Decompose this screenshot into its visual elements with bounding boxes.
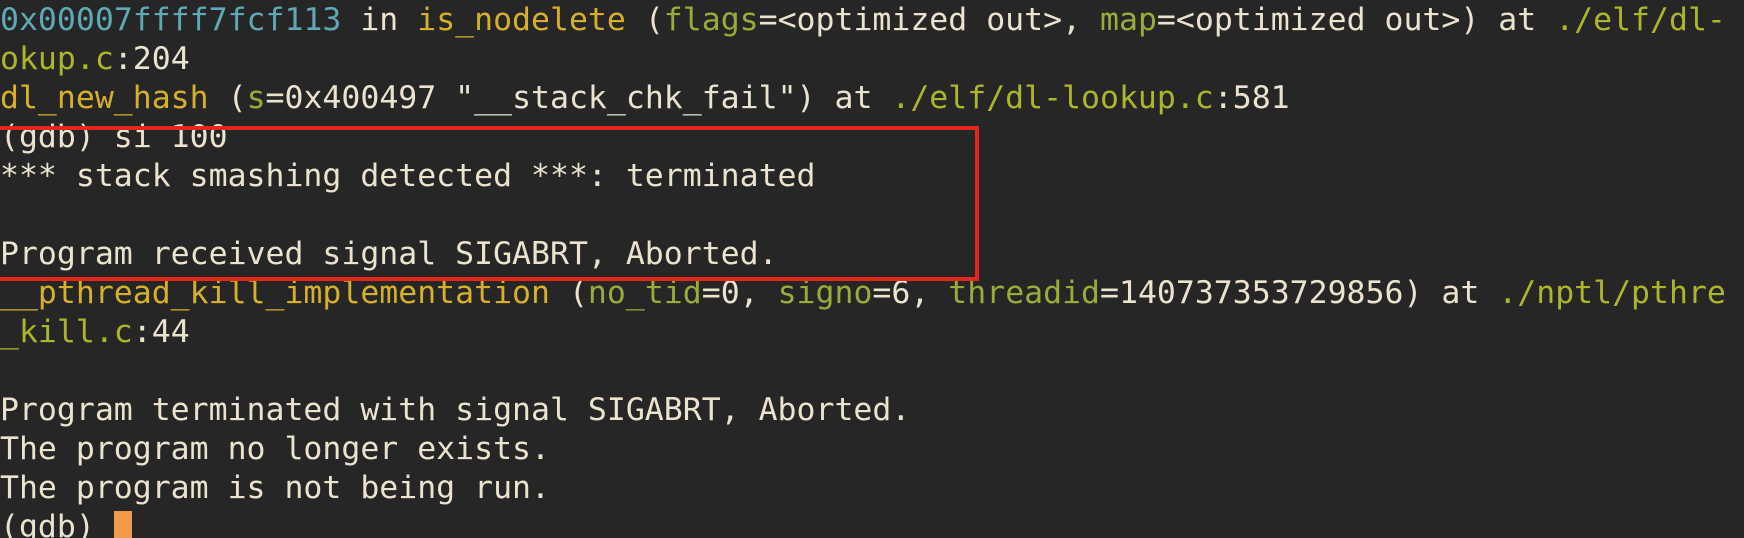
hash-close-at: ) at — [796, 80, 892, 116]
pthread-frame-line-continued: _kill.c:44 — [0, 313, 190, 351]
pthread-separator: , — [910, 275, 949, 311]
pthread-param-signo: signo — [777, 275, 873, 311]
program-not-running-message: The program is not being run. — [0, 470, 550, 506]
frame-close-at: ) at — [1460, 2, 1556, 38]
gdb-prompt: (gdb) — [0, 509, 114, 538]
hash-param-s: s — [246, 80, 266, 116]
pthread-separator: , — [739, 275, 778, 311]
pthread-line-number: :44 — [132, 314, 190, 350]
pthread-eq: = — [872, 275, 892, 311]
hash-value: 0x400497 "__stack_chk_fail" — [284, 80, 797, 116]
hash-function: dl_new_hash — [0, 80, 209, 116]
pthread-function: __pthread_kill_implementation — [0, 275, 550, 311]
frame-function: is_nodelete — [417, 2, 626, 38]
stack-smashing-message: *** stack smashing detected ***: termina… — [0, 158, 816, 194]
pthread-close-at: ) at — [1403, 275, 1499, 311]
terminal-window[interactable]: 0x00007ffff7fcf113 in is_nodelete (flags… — [0, 0, 1744, 538]
pthread-eq: = — [701, 275, 721, 311]
pthread-value-signo: 6 — [891, 275, 911, 311]
hash-line-number: :581 — [1213, 80, 1290, 116]
frame-separator: , — [1062, 2, 1101, 38]
pthread-source-path-end: _kill.c — [0, 314, 133, 350]
frame-source-path: ./elf/dl- — [1555, 2, 1726, 38]
hash-open-paren: ( — [208, 80, 247, 116]
pthread-param-no-tid: no_tid — [587, 275, 702, 311]
backtrace-frame-line: 0x00007ffff7fcf113 in is_nodelete (flags… — [0, 1, 1726, 39]
frame-open-paren: ( — [625, 2, 664, 38]
frame-value-map: <optimized out> — [1175, 2, 1461, 38]
frame-line-number: :204 — [113, 41, 190, 77]
gdb-prompt-line[interactable]: (gdb) — [0, 508, 132, 538]
pthread-value-threadid: 140737353729856 — [1118, 275, 1404, 311]
frame-value-flags: <optimized out> — [777, 2, 1063, 38]
signal-received-message: Program received signal SIGABRT, Aborted… — [0, 236, 778, 272]
frame-address: 0x00007ffff7fcf113 — [0, 2, 342, 38]
frame-eq: = — [1156, 2, 1176, 38]
pthread-value-no-tid: 0 — [720, 275, 740, 311]
frame-in-text: in — [341, 2, 418, 38]
backtrace-frame-line-continued: okup.c:204 — [0, 40, 190, 78]
frame-source-path-end: okup.c — [0, 41, 114, 77]
gdb-command-line: (gdb) si 100 — [0, 119, 228, 155]
pthread-open-paren: ( — [549, 275, 588, 311]
pthread-eq: = — [1100, 275, 1119, 311]
hash-source-path: ./elf/dl-lookup.c — [891, 80, 1214, 116]
frame-eq: = — [758, 2, 778, 38]
program-no-longer-exists-message: The program no longer exists. — [0, 431, 550, 467]
pthread-param-threadid: threadid — [948, 275, 1101, 311]
frame-param-flags: flags — [663, 2, 759, 38]
pthread-source-path: ./nptl/pthre — [1498, 275, 1726, 311]
pthread-frame-line: __pthread_kill_implementation (no_tid=0,… — [0, 274, 1726, 312]
hash-eq: = — [265, 80, 285, 116]
program-terminated-message: Program terminated with signal SIGABRT, … — [0, 392, 911, 428]
frame-param-map: map — [1100, 2, 1157, 38]
text-cursor — [113, 511, 132, 538]
hash-frame-line: dl_new_hash (s=0x400497 "__stack_chk_fai… — [0, 79, 1290, 117]
